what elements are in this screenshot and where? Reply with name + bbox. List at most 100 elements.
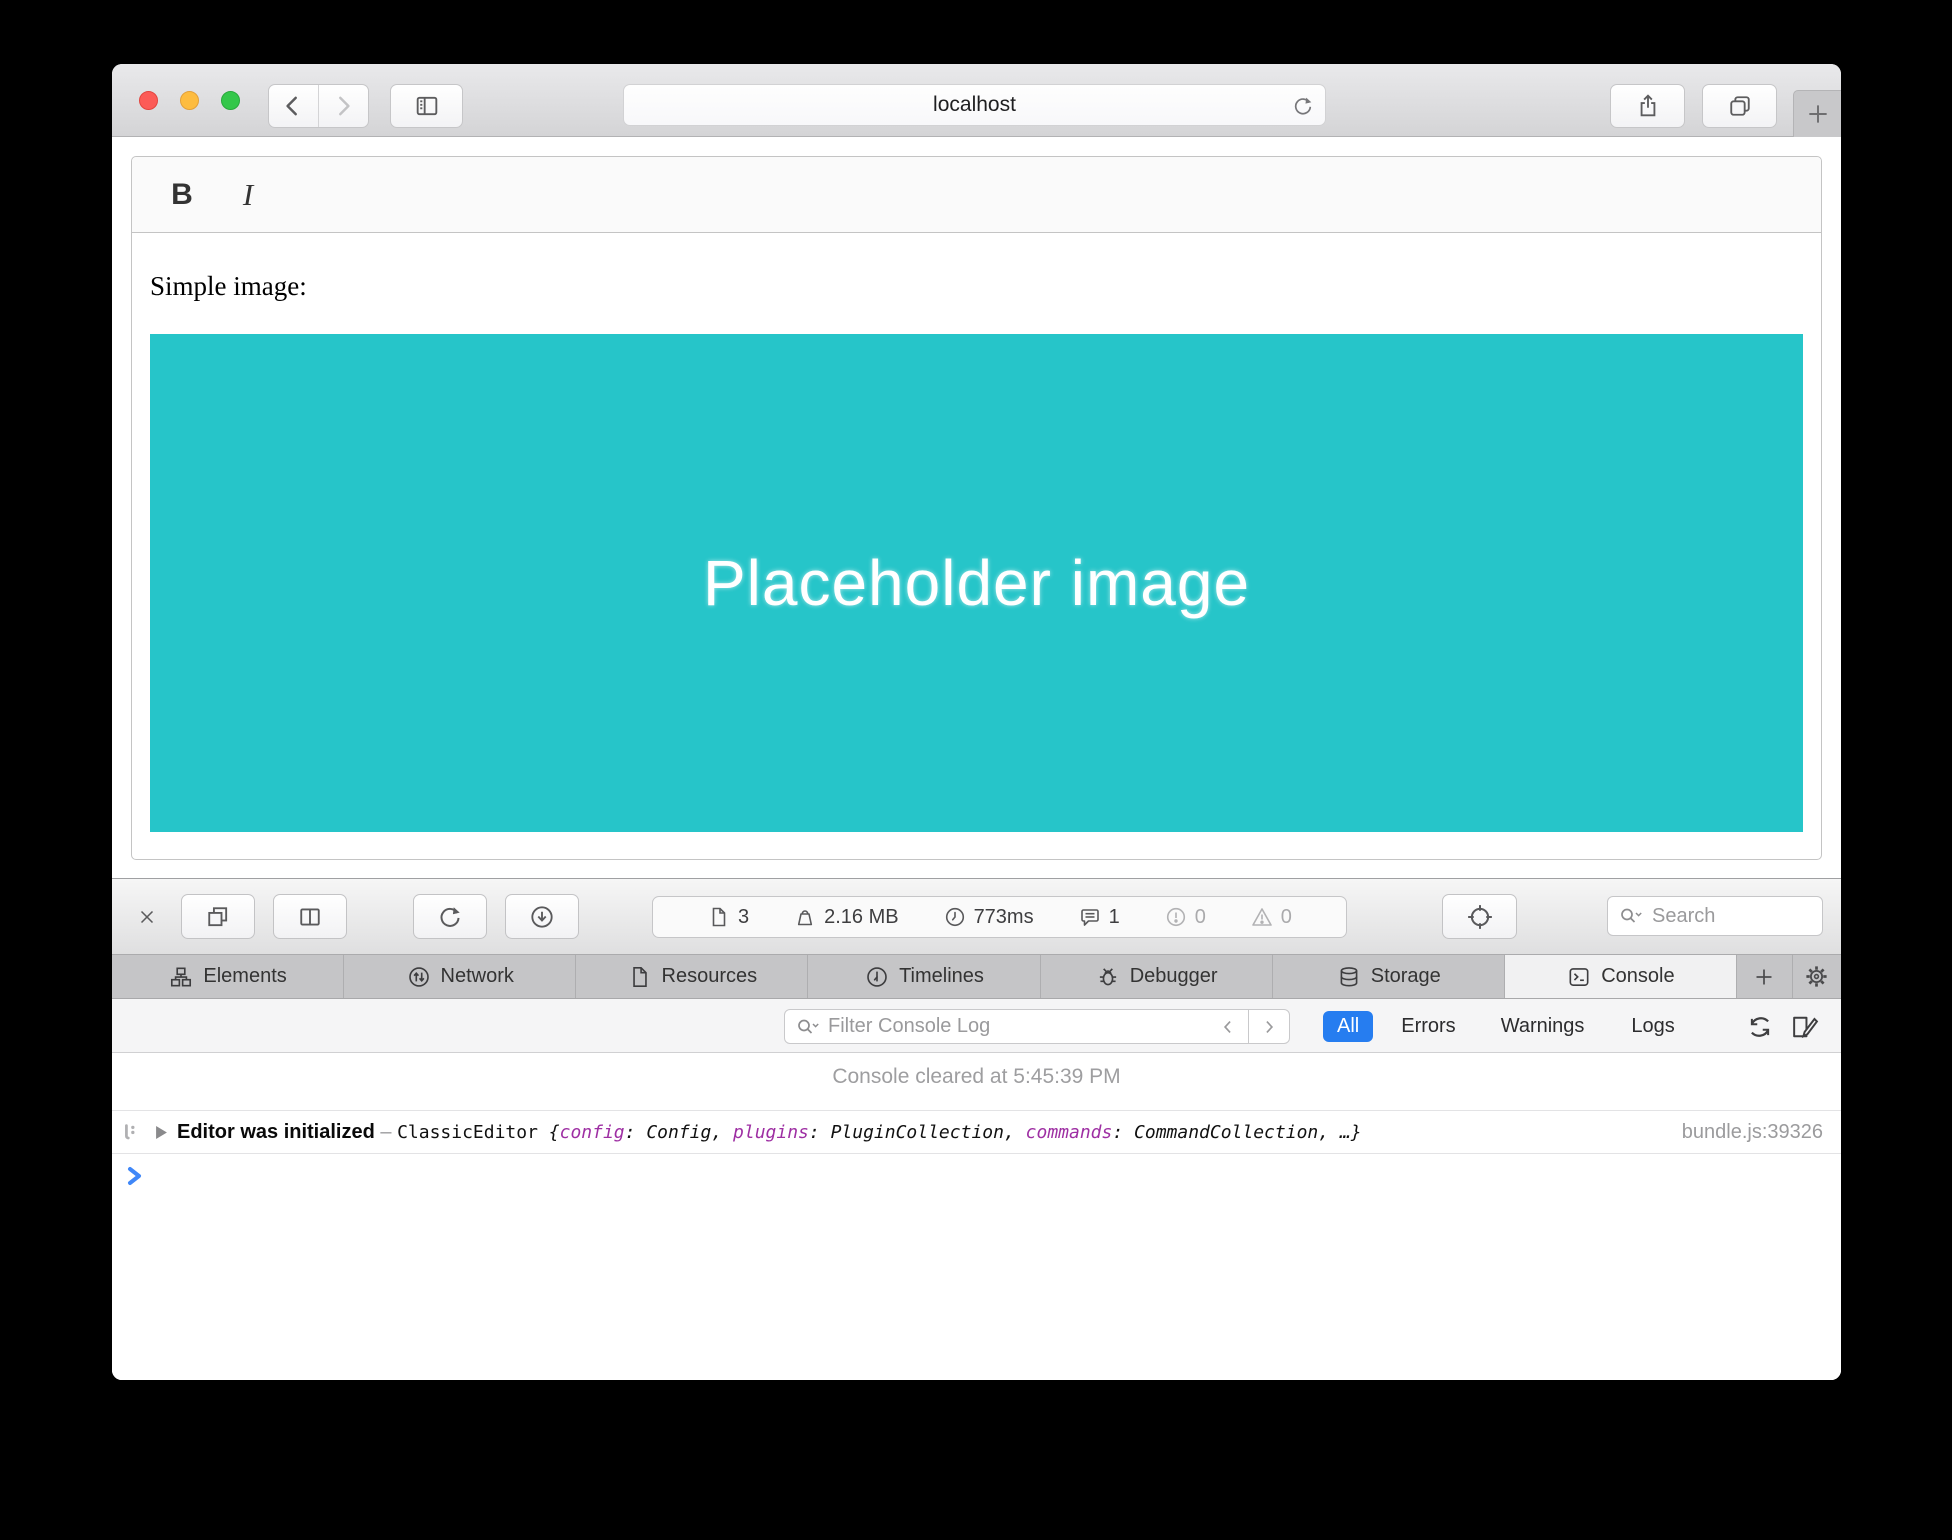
chevron-left-icon — [1218, 1017, 1238, 1037]
page-content: B I Simple image: Placeholder image — [112, 138, 1841, 878]
stat-time[interactable]: 773ms — [943, 905, 1034, 929]
console-output — [112, 1053, 1841, 1380]
filter-field[interactable] — [784, 1009, 1208, 1044]
italic-label: I — [243, 177, 253, 213]
close-x-icon — [136, 906, 158, 928]
find-previous-button[interactable] — [1207, 1009, 1249, 1044]
italic-button[interactable]: I — [222, 167, 274, 223]
forward-icon — [330, 93, 356, 119]
scope-warnings[interactable]: Warnings — [1491, 1011, 1595, 1042]
url-reload-button[interactable] — [1291, 94, 1315, 118]
gear-icon — [1803, 963, 1830, 990]
share-icon — [1634, 92, 1662, 120]
log-source-link[interactable]: bundle.js:39326 — [1682, 1121, 1823, 1144]
filter-console-input[interactable] — [828, 1015, 1158, 1038]
share-button[interactable] — [1610, 84, 1685, 128]
tab-elements[interactable]: Elements — [112, 955, 344, 998]
log-object-class: ClassicEditor — [397, 1122, 549, 1143]
nav-group — [268, 84, 369, 128]
log-object-key: plugins — [733, 1122, 809, 1143]
log-object-open: { — [549, 1122, 560, 1143]
editor-paragraph: Simple image: — [150, 269, 1803, 303]
plus-icon — [1805, 101, 1831, 127]
devtools-close-button[interactable] — [126, 894, 168, 939]
edit-log-button[interactable] — [1784, 1011, 1824, 1043]
devtools-search-field[interactable] — [1607, 896, 1823, 936]
new-tab-button[interactable] — [1793, 90, 1841, 137]
add-tab-button[interactable] — [1737, 955, 1793, 998]
settings-button[interactable] — [1793, 955, 1840, 998]
url-field[interactable]: localhost — [623, 84, 1326, 126]
tab-label: Timelines — [899, 965, 984, 988]
log-row[interactable]: Editor was initialized – ClassicEditor {… — [112, 1110, 1841, 1154]
download-icon — [528, 903, 556, 931]
tab-console[interactable]: Console — [1505, 955, 1737, 998]
back-button[interactable] — [269, 85, 319, 127]
zoom-button[interactable] — [221, 91, 240, 110]
dock-split-button[interactable] — [273, 894, 347, 939]
weight-icon — [793, 905, 817, 929]
devtools-search-input[interactable] — [1652, 905, 1802, 928]
console-filter-bar: All Errors Warnings Logs — [112, 999, 1841, 1053]
clock-icon — [943, 905, 967, 929]
stat-resources-value: 3 — [738, 906, 749, 929]
timelines-icon — [864, 964, 890, 990]
tab-label: Resources — [662, 965, 758, 988]
find-next-button[interactable] — [1248, 1009, 1290, 1044]
clear-on-reload-button[interactable] — [1742, 1011, 1778, 1043]
stat-resources[interactable]: 3 — [707, 905, 749, 929]
devtools-reload-button[interactable] — [413, 894, 487, 939]
refresh-circle-icon — [1745, 1012, 1775, 1042]
scope-errors[interactable]: Errors — [1391, 1011, 1465, 1042]
minimize-button[interactable] — [180, 91, 199, 110]
tab-overview-button[interactable] — [1702, 84, 1777, 128]
dock-to-window-button[interactable] — [181, 894, 255, 939]
stat-messages[interactable]: 1 — [1078, 905, 1120, 929]
screen: { "browser": { "url": "localhost" }, "ed… — [0, 0, 1952, 1540]
scope-all[interactable]: All — [1323, 1011, 1373, 1042]
editor: B I Simple image: Placeholder image — [131, 156, 1822, 860]
placeholder-image-label: Placeholder image — [703, 546, 1250, 620]
debugger-icon — [1095, 964, 1121, 990]
stats-pill: 3 2.16 MB 773ms — [652, 896, 1347, 938]
placeholder-image[interactable]: Placeholder image — [150, 334, 1803, 832]
console-prompt[interactable] — [112, 1154, 1841, 1198]
log-object-key: commands — [1026, 1122, 1113, 1143]
stat-messages-value: 1 — [1109, 906, 1120, 929]
log-type-icon — [120, 1121, 142, 1143]
stat-time-value: 773ms — [974, 906, 1034, 929]
stat-size[interactable]: 2.16 MB — [793, 905, 898, 929]
error-circle-icon — [1164, 905, 1188, 929]
bubble-icon — [1078, 905, 1102, 929]
stat-warnings[interactable]: 0 — [1250, 905, 1292, 929]
sidebar-icon — [413, 92, 441, 120]
tab-timelines[interactable]: Timelines — [808, 955, 1040, 998]
tab-debugger[interactable]: Debugger — [1041, 955, 1273, 998]
tab-storage[interactable]: Storage — [1273, 955, 1505, 998]
devtools: 3 2.16 MB 773ms — [112, 878, 1841, 1380]
forward-button[interactable] — [319, 85, 369, 127]
disclosure-triangle-icon[interactable] — [156, 1126, 167, 1139]
stat-errors[interactable]: 0 — [1164, 905, 1206, 929]
sidebar-toggle-button[interactable] — [390, 84, 463, 128]
download-button[interactable] — [505, 894, 579, 939]
scope-logs[interactable]: Logs — [1621, 1011, 1684, 1042]
tab-network[interactable]: Network — [344, 955, 576, 998]
element-picker-button[interactable] — [1442, 894, 1517, 939]
stat-size-value: 2.16 MB — [824, 906, 898, 929]
stat-errors-value: 0 — [1195, 906, 1206, 929]
search-icon — [1618, 905, 1644, 927]
devtools-tab-bar: Elements Network Resources Timelines — [112, 955, 1841, 999]
warning-triangle-icon — [1250, 905, 1274, 929]
tab-resources[interactable]: Resources — [576, 955, 808, 998]
close-button[interactable] — [139, 91, 158, 110]
editor-content[interactable]: Simple image: Placeholder image — [132, 269, 1821, 832]
tab-label: Network — [441, 965, 514, 988]
search-icon — [795, 1016, 821, 1038]
bold-button[interactable]: B — [156, 167, 208, 223]
reload-icon — [1291, 94, 1315, 118]
log-message: Editor was initialized — [177, 1121, 375, 1144]
log-object-key: config — [560, 1122, 625, 1143]
network-icon — [406, 964, 432, 990]
log-object-value: : CommandCollection, …} — [1112, 1122, 1361, 1143]
